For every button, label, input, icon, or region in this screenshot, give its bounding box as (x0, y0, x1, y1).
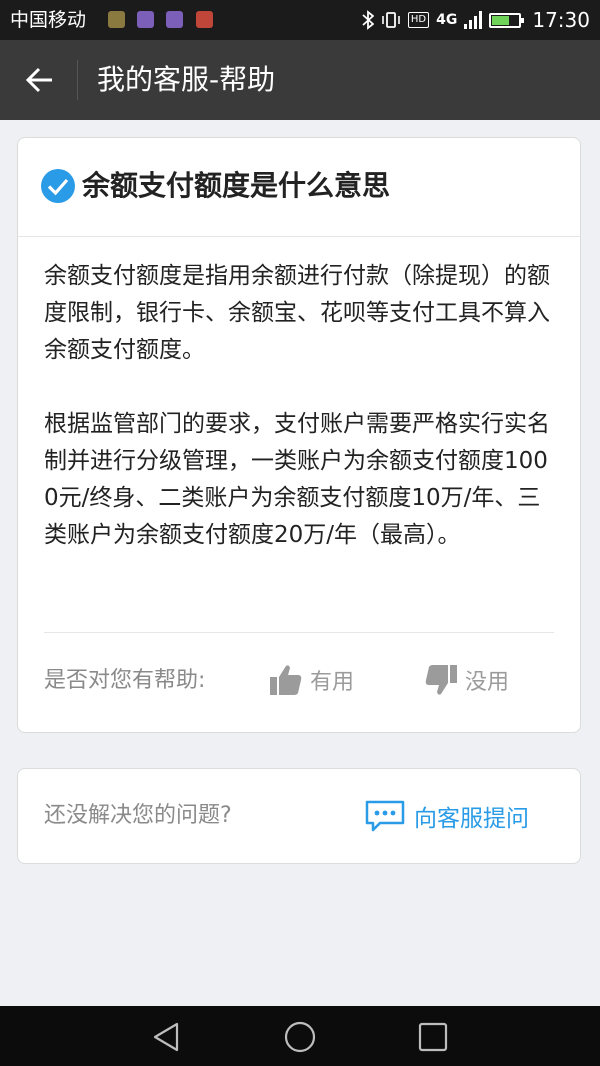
check-circle-icon (41, 169, 75, 203)
system-back-icon[interactable] (150, 1020, 184, 1054)
useless-label: 没用 (465, 670, 510, 695)
ask-support-button[interactable]: 向客服提问 (364, 795, 529, 837)
notification-gallery-icon (166, 11, 183, 28)
bluetooth-icon (362, 10, 374, 30)
answer-text: 余额支付额度是指用余额进行付款（除提现）的额度限制，银行卡、余额宝、花呗等支付工… (44, 263, 550, 548)
page-title: 我的客服-帮助 (97, 63, 276, 96)
nav-bar: 我的客服-帮助 (0, 40, 600, 120)
question-header: 余额支付额度是什么意思 (18, 138, 580, 237)
useful-button[interactable]: 有用 (268, 658, 354, 702)
question-title: 余额支付额度是什么意思 (82, 169, 391, 202)
hd-badge: HD (407, 12, 430, 28)
useless-button[interactable]: 没用 (423, 658, 509, 702)
thumbs-up-icon (270, 665, 302, 695)
helpful-prompt: 是否对您有帮助: (44, 668, 206, 693)
status-icons: HD 4G 17:30 (362, 6, 590, 34)
vibrate-icon (382, 12, 400, 28)
clock: 17:30 (532, 8, 590, 32)
divider (44, 632, 554, 633)
network-type: 4G (436, 12, 458, 28)
notification-app-icon (108, 11, 125, 28)
notification-tool-icon (196, 11, 213, 28)
thumbs-down-icon (425, 665, 457, 695)
battery-icon (489, 12, 525, 28)
signal-icon (464, 11, 483, 29)
carrier-name: 中国移动 (10, 9, 87, 31)
chat-bubble-icon (365, 800, 405, 832)
useful-label: 有用 (310, 670, 355, 695)
status-bar: 中国移动 HD 4G 17:30 (0, 0, 600, 40)
system-nav-bar (0, 1006, 600, 1066)
unresolved-prompt: 还没解决您的问题? (44, 803, 232, 828)
system-home-icon[interactable] (283, 1020, 317, 1054)
nav-divider (77, 60, 78, 100)
back-arrow-icon[interactable] (20, 60, 60, 100)
article-card: 余额支付额度是什么意思 余额支付额度是指用余额进行付款（除提现）的额度限制，银行… (17, 137, 581, 733)
notification-gallery-icon (137, 11, 154, 28)
contact-card: 还没解决您的问题? 向客服提问 (17, 768, 581, 864)
ask-support-label: 向客服提问 (414, 806, 529, 832)
system-recents-icon[interactable] (416, 1020, 450, 1054)
